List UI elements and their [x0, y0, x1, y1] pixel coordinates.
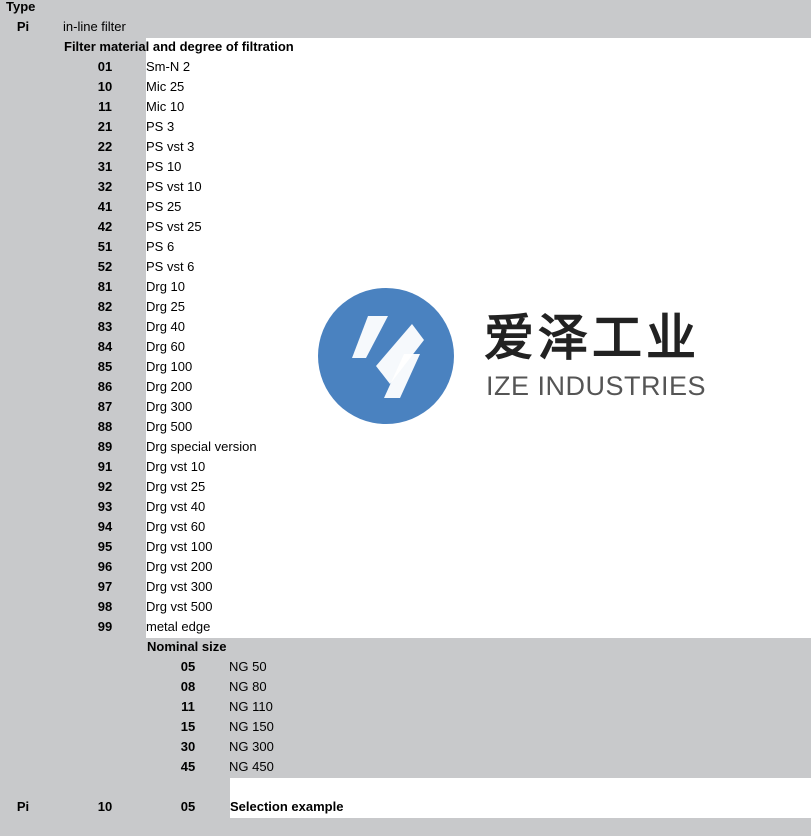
filter-code: 88 [97, 419, 113, 434]
type-column-bg [0, 0, 64, 836]
filter-label: Drg 100 [146, 359, 193, 374]
filter-code: 01 [97, 59, 113, 74]
filter-label: PS 25 [146, 199, 182, 214]
nominal-heading: Nominal size [147, 639, 227, 654]
filter-code: 93 [97, 499, 113, 514]
filter-code: 99 [97, 619, 113, 634]
watermark-english-text: IZE INDUSTRIES [486, 371, 707, 401]
filter-code: 86 [97, 379, 113, 394]
nominal-size-label: NG 450 [229, 759, 274, 774]
filter-label: Drg 10 [146, 279, 186, 294]
filter-label: Drg vst 300 [146, 579, 213, 594]
filter-code: 41 [97, 199, 113, 214]
filter-code: 85 [97, 359, 113, 374]
filter-label: Drg vst 25 [146, 479, 206, 494]
nominal-size-label: NG 50 [229, 659, 267, 674]
filter-label: Drg 200 [146, 379, 193, 394]
filter-label: Drg 25 [146, 299, 186, 314]
nominal-size-label: NG 150 [229, 719, 274, 734]
filter-code: 22 [97, 139, 113, 154]
company-logo-icon [318, 288, 454, 424]
filter-code: 91 [97, 459, 113, 474]
nominal-size-code: 45 [180, 759, 196, 774]
filter-code: 31 [97, 159, 113, 174]
filter-code: 84 [97, 339, 113, 354]
filter-code: 10 [97, 79, 113, 94]
filter-label: Sm-N 2 [146, 59, 191, 74]
filter-code: 94 [97, 519, 113, 534]
filter-code: 92 [97, 479, 113, 494]
nominal-size-code: 11 [181, 699, 195, 714]
filter-label: PS vst 3 [146, 139, 195, 154]
bottom-band-bg [0, 818, 811, 836]
filter-code: 51 [97, 239, 113, 254]
filter-label: PS 3 [146, 119, 175, 134]
filter-heading: Filter material and degree of filtration [64, 39, 294, 54]
filter-code: 97 [97, 579, 113, 594]
filter-label: PS vst 6 [146, 259, 195, 274]
filter-label: PS 6 [146, 239, 175, 254]
filter-label: Drg vst 40 [146, 499, 206, 514]
filter-code: 82 [97, 299, 113, 314]
filter-label: Drg 300 [146, 399, 193, 414]
filter-code: 83 [97, 319, 113, 334]
filter-code: 98 [97, 599, 113, 614]
nominal-size-code: 30 [180, 739, 196, 754]
filter-code: 32 [97, 179, 113, 194]
filter-label: Drg 500 [146, 419, 193, 434]
filter-label: PS vst 25 [146, 219, 202, 234]
filter-code: 52 [97, 259, 113, 274]
filter-code: 42 [97, 219, 113, 234]
type-code: Pi [16, 19, 30, 34]
example-type-code: Pi [16, 799, 30, 814]
nominal-size-code: 05 [180, 659, 196, 674]
filter-label: Drg 40 [146, 319, 186, 334]
filter-label: Mic 25 [146, 79, 185, 94]
filter-label: Drg vst 200 [146, 559, 213, 574]
example-size-code: 05 [180, 799, 196, 814]
watermark-chinese-text: 爱泽工业 [484, 309, 700, 367]
filter-label: Drg vst 500 [146, 599, 213, 614]
filter-label: PS vst 10 [146, 179, 202, 194]
filter-code: 11 [98, 99, 112, 114]
filter-label: metal edge [146, 619, 211, 634]
watermark: 爱泽工业 IZE INDUSTRIES [316, 286, 736, 426]
filter-code: 81 [97, 279, 113, 294]
selection-example-label: Selection example [230, 799, 344, 814]
example-filter-code: 10 [97, 799, 113, 814]
filter-label: Drg special version [146, 439, 257, 454]
type-label: Type [6, 0, 36, 14]
filter-label: Drg 60 [146, 339, 186, 354]
filter-code: 21 [97, 119, 113, 134]
filter-code: 89 [97, 439, 113, 454]
nominal-size-label: NG 110 [229, 699, 273, 714]
nominal-size-code: 08 [180, 679, 196, 694]
nominal-size-label: NG 80 [229, 679, 267, 694]
filter-label: Drg vst 10 [146, 459, 206, 474]
filter-label: Mic 10 [146, 99, 185, 114]
filter-code: 87 [97, 399, 113, 414]
nominal-size-code: 15 [180, 719, 196, 734]
filter-code: 95 [97, 539, 113, 554]
filter-label: PS 10 [146, 159, 182, 174]
nominal-size-label: NG 300 [229, 739, 274, 754]
type-description: in-line filter [63, 19, 126, 34]
filter-label: Drg vst 60 [146, 519, 206, 534]
filter-label: Drg vst 100 [146, 539, 213, 554]
filter-code: 96 [97, 559, 113, 574]
